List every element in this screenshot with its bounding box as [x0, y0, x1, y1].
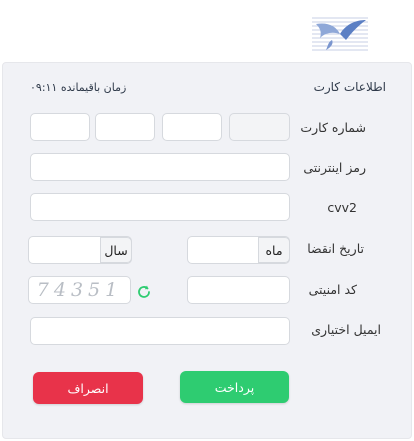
- cancel-button[interactable]: انصراف: [33, 372, 143, 404]
- cvv2-field[interactable]: [30, 193, 290, 221]
- security-code-label: کد امنیتی: [308, 282, 357, 297]
- year-addon: سال: [100, 237, 132, 263]
- cvv2-label: cvv2: [327, 200, 357, 215]
- remaining-time: زمان باقیمانده ۰۹:۱۱: [30, 81, 127, 94]
- security-code-field[interactable]: [187, 276, 290, 304]
- card-number-part-4[interactable]: [30, 113, 90, 141]
- refresh-icon[interactable]: [136, 284, 152, 300]
- card-number-label: شماره کارت: [300, 120, 366, 135]
- expiry-label: تاریخ انقضا: [307, 241, 364, 256]
- optional-email-label: ایمیل اختیاری: [311, 322, 381, 337]
- card-info-title: اطلاعات کارت: [313, 80, 386, 94]
- expiry-year-field[interactable]: سال: [28, 236, 132, 264]
- internet-password-field[interactable]: [30, 153, 290, 181]
- card-number-part-3[interactable]: [95, 113, 155, 141]
- expiry-month-field[interactable]: ماه: [187, 236, 290, 264]
- month-addon: ماه: [258, 237, 290, 263]
- bank-logo-icon: [312, 14, 368, 54]
- internet-password-label: رمز اینترنتی: [303, 160, 366, 175]
- optional-email-field[interactable]: [30, 317, 290, 345]
- card-number-part-2[interactable]: [162, 113, 222, 141]
- top-bar: [0, 0, 414, 62]
- captcha-image: 74351: [28, 276, 131, 304]
- pay-button[interactable]: پرداخت: [180, 371, 289, 403]
- card-number-part-1[interactable]: [229, 113, 290, 141]
